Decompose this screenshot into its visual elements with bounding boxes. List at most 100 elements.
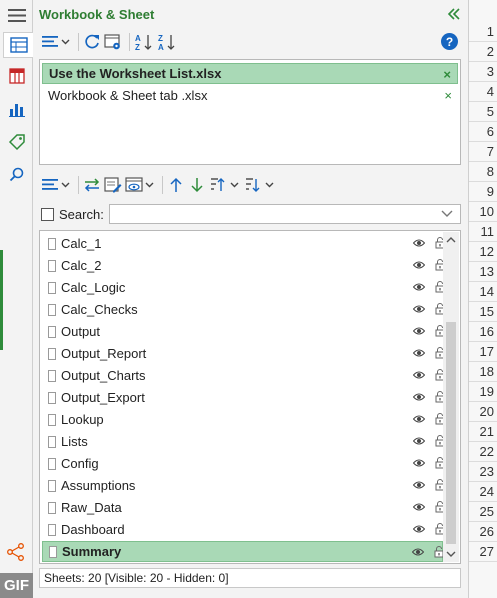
row-number[interactable]: 15: [469, 302, 497, 322]
settings-icon[interactable]: [104, 31, 122, 53]
sort-down-icon[interactable]: [244, 174, 276, 196]
search-input[interactable]: [108, 204, 461, 224]
search-icon[interactable]: [5, 163, 29, 187]
row-number[interactable]: 16: [469, 322, 497, 342]
visible-eye-icon[interactable]: [413, 414, 425, 424]
sort-asc-icon[interactable]: AZ: [134, 31, 154, 53]
visible-eye-icon[interactable]: [413, 370, 425, 380]
row-number[interactable]: 12: [469, 242, 497, 262]
sheet-item[interactable]: Output_Export: [42, 387, 445, 408]
visible-eye-icon[interactable]: [413, 502, 425, 512]
tag-icon[interactable]: [5, 130, 29, 154]
sheet-name: Output_Export: [61, 390, 145, 405]
view-icon[interactable]: [125, 174, 155, 196]
row-number[interactable]: 22: [469, 442, 497, 462]
row-number[interactable]: 25: [469, 502, 497, 522]
toolbar-separator: [162, 176, 163, 194]
row-number[interactable]: 26: [469, 522, 497, 542]
row-number[interactable]: 24: [469, 482, 497, 502]
visible-eye-icon[interactable]: [413, 282, 425, 292]
row-number[interactable]: 3: [469, 62, 497, 82]
sheet-item[interactable]: Lookup: [42, 409, 445, 430]
row-number[interactable]: 11: [469, 222, 497, 242]
scroll-up-icon[interactable]: [446, 235, 456, 245]
sort-desc-icon[interactable]: ZA: [157, 31, 177, 53]
row-number[interactable]: 7: [469, 142, 497, 162]
sheet-item[interactable]: Dashboard: [42, 519, 445, 540]
row-number[interactable]: 19: [469, 382, 497, 402]
sheet-list-scrollbar[interactable]: [443, 232, 459, 562]
svg-text:Z: Z: [158, 34, 163, 43]
visible-eye-icon[interactable]: [413, 480, 425, 490]
move-up-icon[interactable]: [167, 174, 185, 196]
row-number[interactable]: 8: [469, 162, 497, 182]
visible-eye-icon[interactable]: [413, 238, 425, 248]
visible-eye-icon[interactable]: [413, 524, 425, 534]
columns-icon[interactable]: [5, 64, 29, 88]
refresh-icon[interactable]: [83, 31, 101, 53]
sheet-item[interactable]: Assumptions: [42, 475, 445, 496]
help-icon[interactable]: ?: [441, 33, 458, 50]
sort-up-icon[interactable]: [209, 174, 241, 196]
sheet-item[interactable]: Output_Charts: [42, 365, 445, 386]
search-checkbox[interactable]: [41, 207, 54, 221]
row-number[interactable]: 9: [469, 182, 497, 202]
visible-eye-icon[interactable]: [413, 348, 425, 358]
visible-eye-icon[interactable]: [413, 392, 425, 402]
collapse-pane-icon[interactable]: [446, 6, 462, 22]
row-number[interactable]: 18: [469, 362, 497, 382]
chevron-down-icon[interactable]: [441, 209, 453, 219]
sheet-icon: [48, 457, 56, 470]
sheet-item[interactable]: Lists: [42, 431, 445, 452]
close-workbook-icon[interactable]: ×: [444, 88, 452, 103]
row-number[interactable]: 20: [469, 402, 497, 422]
row-number[interactable]: 21: [469, 422, 497, 442]
sheet-icon: [48, 237, 56, 250]
chart-icon[interactable]: [5, 97, 29, 121]
edit-icon[interactable]: [104, 174, 122, 196]
row-number[interactable]: 17: [469, 342, 497, 362]
svg-text:Z: Z: [135, 43, 140, 51]
workbook-item[interactable]: Workbook & Sheet tab .xlsx ×: [42, 85, 458, 106]
list-options-icon[interactable]: [41, 31, 71, 53]
swap-icon[interactable]: [83, 174, 101, 196]
sheet-item[interactable]: Calc_2: [42, 255, 445, 276]
visible-eye-icon[interactable]: [413, 436, 425, 446]
row-number[interactable]: 13: [469, 262, 497, 282]
sheet-icon: [48, 347, 56, 360]
scrollbar-thumb[interactable]: [446, 322, 456, 544]
list-options-icon[interactable]: [41, 174, 71, 196]
sheet-item[interactable]: Calc_Checks: [42, 299, 445, 320]
close-workbook-icon[interactable]: ×: [443, 67, 451, 82]
row-number[interactable]: 4: [469, 82, 497, 102]
menu-icon[interactable]: [8, 9, 26, 22]
row-number[interactable]: 5: [469, 102, 497, 122]
visible-eye-icon[interactable]: [413, 260, 425, 270]
row-number[interactable]: 6: [469, 122, 497, 142]
share-icon[interactable]: [6, 542, 26, 562]
sheet-item[interactable]: Calc_1: [42, 233, 445, 254]
sheet-item[interactable]: Output_Report: [42, 343, 445, 364]
sheet-list: Calc_1 Calc_2 Calc_Logic Calc_Checks Output O…: [39, 230, 461, 564]
row-number[interactable]: 23: [469, 462, 497, 482]
sheet-item[interactable]: Output: [42, 321, 445, 342]
sheet-item[interactable]: Config: [42, 453, 445, 474]
sheet-item[interactable]: Calc_Logic: [42, 277, 445, 298]
move-down-icon[interactable]: [188, 174, 206, 196]
visible-eye-icon[interactable]: [413, 458, 425, 468]
row-number[interactable]: 14: [469, 282, 497, 302]
workbook-sheet-icon[interactable]: [3, 32, 34, 58]
workbook-name: Workbook & Sheet tab .xlsx: [48, 88, 208, 103]
row-number[interactable]: 2: [469, 42, 497, 62]
row-number[interactable]: 27: [469, 542, 497, 562]
sheet-item[interactable]: Summary: [42, 541, 444, 562]
visible-eye-icon[interactable]: [412, 547, 424, 557]
row-number[interactable]: 10: [469, 202, 497, 222]
workbook-item[interactable]: Use the Worksheet List.xlsx ×: [42, 63, 458, 84]
visible-eye-icon[interactable]: [413, 304, 425, 314]
sheet-item[interactable]: Raw_Data: [42, 497, 445, 518]
visible-eye-icon[interactable]: [413, 326, 425, 336]
row-number[interactable]: 1: [469, 22, 497, 42]
sheet-icon: [48, 369, 56, 382]
scroll-down-icon[interactable]: [446, 549, 456, 559]
